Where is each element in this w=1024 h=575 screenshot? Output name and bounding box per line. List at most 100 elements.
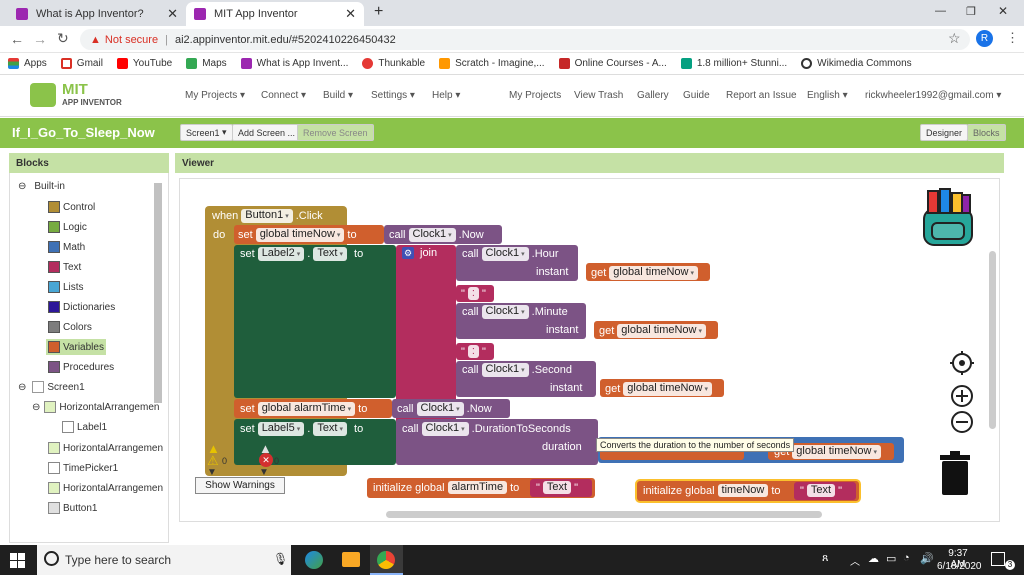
remove-screen-button[interactable]: Remove Screen: [297, 124, 374, 141]
backpack-icon[interactable]: [912, 187, 982, 249]
show-hidden-icons[interactable]: ︿: [850, 553, 860, 568]
clock-date[interactable]: 6/18/2020: [937, 561, 982, 572]
zoom-in-icon[interactable]: [950, 384, 974, 408]
collapse-icon[interactable]: ⊖: [32, 402, 40, 413]
bookmark-thunkable[interactable]: Thunkable: [362, 58, 425, 69]
battery-icon[interactable]: ▭: [886, 552, 896, 565]
trash-icon[interactable]: [938, 451, 972, 495]
collapse-icon[interactable]: ⊖: [18, 382, 26, 393]
omnibox[interactable]: ▲ Not secure | ai2.appinventor.mit.edu/#…: [80, 29, 970, 50]
tree-scrollbar[interactable]: [154, 183, 162, 403]
forward-arrow-icon[interactable]: →: [33, 31, 47, 47]
minimize-icon[interactable]: —: [935, 5, 946, 17]
component-dropdown[interactable]: Button1 ▾: [241, 209, 293, 223]
bookmark-pexels[interactable]: 1.8 million+ Stunni...: [680, 58, 787, 69]
menu-build[interactable]: Build ▾: [323, 90, 353, 101]
tree-item-lists[interactable]: Lists: [48, 281, 84, 293]
tree-item-control[interactable]: Control: [48, 201, 95, 213]
screen-select[interactable]: Screen1 ▾: [180, 124, 233, 141]
link-gallery[interactable]: Gallery: [637, 90, 669, 101]
close-tab-icon[interactable]: ✕: [345, 6, 356, 22]
tree-item-dictionaries[interactable]: Dictionaries: [48, 301, 115, 313]
bookmark-online-courses[interactable]: Online Courses - A...: [558, 58, 667, 69]
microphone-icon[interactable]: 🎙: [273, 552, 288, 566]
collapse-icon[interactable]: ⊖: [18, 181, 26, 192]
designer-button[interactable]: Designer: [920, 124, 969, 141]
edge-icon[interactable]: [305, 551, 323, 569]
tree-item-logic[interactable]: Logic: [48, 221, 87, 233]
menu-language[interactable]: English ▾: [807, 90, 848, 101]
chrome-taskbar-button[interactable]: [370, 545, 403, 575]
bookmark-gmail[interactable]: Gmail: [60, 58, 103, 69]
tree-label1[interactable]: Label1: [62, 421, 107, 433]
tree-item-colors[interactable]: Colors: [48, 321, 92, 333]
tree-horizontal-arrangement-2[interactable]: HorizontalArrangemen: [48, 442, 163, 454]
menu-help[interactable]: Help ▾: [432, 90, 460, 101]
browser-tab-what-is[interactable]: What is App Inventor? ✕: [8, 2, 186, 26]
tree-item-procedures[interactable]: Procedures: [48, 361, 114, 373]
menu-settings[interactable]: Settings ▾: [371, 90, 415, 101]
bookmark-youtube[interactable]: YouTube: [116, 58, 172, 69]
taskbar-search[interactable]: Type here to search 🎙: [37, 545, 291, 575]
dictionaries-color-swatch: [48, 301, 60, 313]
menu-connect[interactable]: Connect ▾: [261, 90, 306, 101]
wikimedia-icon: [801, 58, 813, 69]
variable-dropdown[interactable]: global timeNow ▾: [255, 228, 345, 242]
recenter-icon[interactable]: [950, 351, 974, 375]
tree-item-variables[interactable]: Variables: [46, 339, 106, 355]
bookmark-apps[interactable]: Apps: [8, 58, 47, 69]
tree-timepicker1[interactable]: TimePicker1: [48, 462, 118, 474]
restore-icon[interactable]: ❐: [966, 5, 976, 18]
close-tab-icon[interactable]: ✕: [167, 6, 178, 22]
tree-button1[interactable]: Button1: [48, 502, 97, 514]
set-label2-text-block[interactable]: [234, 245, 396, 398]
link-my-projects[interactable]: My Projects: [509, 90, 561, 101]
control-color-swatch: [48, 201, 60, 213]
project-name: If_I_Go_To_Sleep_Now: [12, 125, 155, 140]
tree-builtin[interactable]: ⊖ Built-in: [18, 181, 65, 192]
bookmark-star-icon[interactable]: ☆: [948, 30, 961, 47]
show-warnings-button[interactable]: Show Warnings: [195, 477, 285, 494]
error-icon[interactable]: ✕: [259, 453, 273, 467]
mutator-gear-icon[interactable]: ⚙: [402, 247, 414, 259]
browser-menu-icon[interactable]: ⋮: [1006, 30, 1019, 46]
logo-text-app-inventor: APP INVENTOR: [62, 98, 122, 107]
screen-icon: [32, 381, 45, 393]
tree-item-math[interactable]: Math: [48, 241, 85, 253]
file-explorer-icon[interactable]: [342, 552, 360, 567]
browser-tab-mit[interactable]: MIT App Inventor ✕: [186, 2, 364, 26]
zoom-out-icon[interactable]: [950, 410, 974, 434]
tree-screen1[interactable]: ⊖ Screen1: [18, 381, 85, 393]
tree-horizontal-arrangement-1[interactable]: ⊖ HorizontalArrangemen: [32, 401, 159, 413]
blocks-button[interactable]: Blocks: [967, 124, 1006, 141]
wifi-icon[interactable]: ◔: [903, 552, 910, 564]
menu-my-projects[interactable]: My Projects ▾: [185, 90, 245, 101]
blocks-workspace[interactable]: when Button1 ▾ .Click do set global timeN…: [179, 178, 1000, 522]
people-icon[interactable]: ጸ: [822, 552, 828, 565]
close-window-icon[interactable]: ✕: [998, 4, 1008, 18]
onedrive-icon[interactable]: ☁: [868, 552, 879, 565]
bookmark-wikimedia[interactable]: Wikimedia Commons: [801, 58, 912, 69]
windows-start-icon[interactable]: [10, 553, 25, 568]
scratch-icon: [439, 58, 451, 69]
menu-account[interactable]: rickwheeler1992@gmail.com ▾: [865, 90, 1001, 101]
reload-icon[interactable]: ↻: [57, 30, 69, 47]
bookmark-what-is[interactable]: What is App Invent...: [240, 58, 348, 69]
link-guide[interactable]: Guide: [683, 90, 710, 101]
tree-item-text[interactable]: Text: [48, 261, 81, 273]
volume-icon[interactable]: 🔊: [920, 552, 934, 565]
profile-avatar[interactable]: R: [976, 30, 993, 47]
app-inventor-favicon: [194, 8, 206, 20]
link-report-issue[interactable]: Report an Issue: [726, 90, 797, 101]
viewer-panel: Viewer when Button1 ▾ .Click do set globa…: [175, 153, 1004, 543]
back-arrow-icon[interactable]: ←: [10, 31, 24, 47]
bookmark-maps[interactable]: Maps: [186, 58, 227, 69]
new-tab-button[interactable]: +: [374, 3, 383, 21]
vertical-scrollbar[interactable]: [989, 251, 996, 429]
bookmark-scratch[interactable]: Scratch - Imagine,...: [439, 58, 545, 69]
action-center-icon[interactable]: [991, 552, 1005, 566]
add-screen-button[interactable]: Add Screen ...: [232, 124, 302, 141]
link-view-trash[interactable]: View Trash: [574, 90, 623, 101]
tree-horizontal-arrangement-3[interactable]: HorizontalArrangemen: [48, 482, 163, 494]
horizontal-scrollbar[interactable]: [386, 511, 822, 518]
